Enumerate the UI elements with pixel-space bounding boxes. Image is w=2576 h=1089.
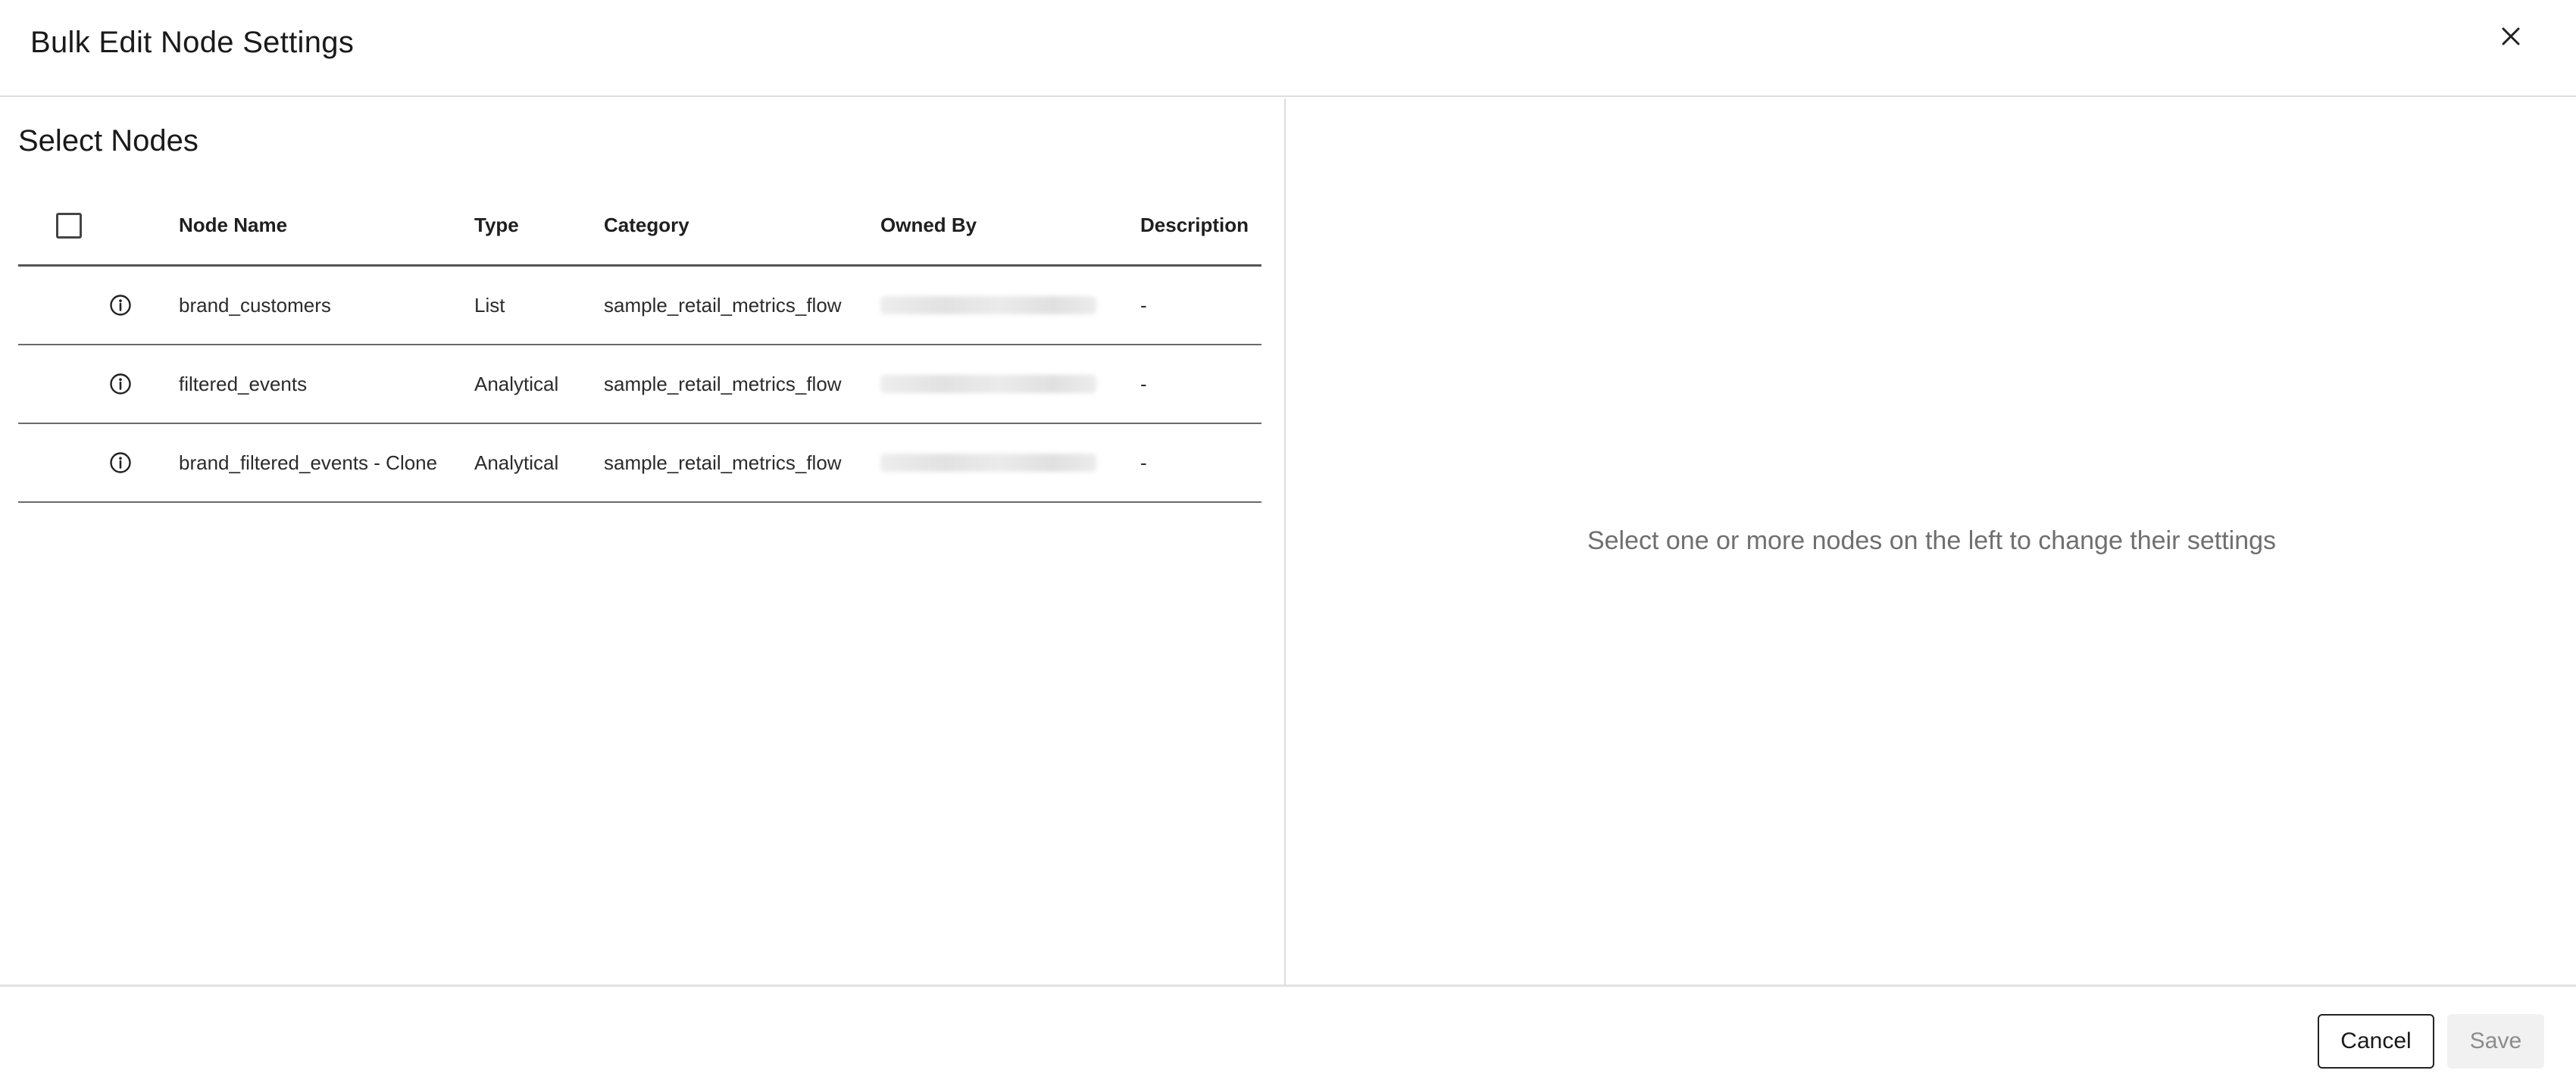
node-selection-pane: Select Nodes Node Name Type Category Own… xyxy=(0,98,1286,984)
table-row[interactable]: filtered_events Analytical sample_retail… xyxy=(18,345,1261,424)
node-description: - xyxy=(1140,293,1147,317)
node-type: List xyxy=(474,293,505,317)
close-icon xyxy=(2502,27,2520,45)
table-header: Node Name Type Category Owned By Descrip… xyxy=(18,186,1261,267)
table-row[interactable]: brand_customers List sample_retail_metri… xyxy=(18,267,1261,345)
dialog-body: Select Nodes Node Name Type Category Own… xyxy=(0,98,2576,984)
save-button[interactable]: Save xyxy=(2447,1014,2544,1069)
info-button[interactable] xyxy=(109,267,132,344)
node-name: brand_customers xyxy=(179,293,331,317)
node-type: Analytical xyxy=(474,372,559,395)
nodes-table: Node Name Type Category Owned By Descrip… xyxy=(18,186,1261,503)
table-row[interactable]: brand_filtered_events - Clone Analytical… xyxy=(18,424,1261,503)
redacted-owner xyxy=(880,454,1096,472)
info-icon xyxy=(110,373,131,395)
node-type: Analytical xyxy=(474,451,559,474)
node-owner-redacted xyxy=(880,345,1096,423)
node-owner-redacted xyxy=(880,424,1096,501)
dialog-footer: Cancel Save xyxy=(0,984,2576,1089)
node-description: - xyxy=(1140,372,1147,395)
node-name: brand_filtered_events - Clone xyxy=(179,451,438,474)
dialog-title: Bulk Edit Node Settings xyxy=(30,26,355,59)
section-title: Select Nodes xyxy=(18,124,199,158)
column-header-category[interactable]: Category xyxy=(604,186,689,264)
column-header-description[interactable]: Description xyxy=(1140,186,1249,264)
info-icon xyxy=(110,452,131,473)
settings-pane: Select one or more nodes on the left to … xyxy=(1287,98,2576,984)
redacted-owner xyxy=(880,375,1096,393)
node-category: sample_retail_metrics_flow xyxy=(604,372,842,395)
select-all-cell xyxy=(56,186,82,264)
empty-state-message: Select one or more nodes on the left to … xyxy=(1587,526,2277,555)
info-button[interactable] xyxy=(109,345,132,423)
column-header-type[interactable]: Type xyxy=(474,186,519,264)
dialog-header: Bulk Edit Node Settings xyxy=(0,0,2576,97)
info-button[interactable] xyxy=(109,424,132,501)
close-button[interactable] xyxy=(2490,15,2532,58)
bulk-edit-dialog: Bulk Edit Node Settings Select Nodes Nod… xyxy=(0,0,2576,1089)
info-icon xyxy=(110,295,131,316)
node-category: sample_retail_metrics_flow xyxy=(604,293,842,317)
cancel-button[interactable]: Cancel xyxy=(2318,1014,2434,1069)
node-description: - xyxy=(1140,451,1147,474)
column-header-owned-by[interactable]: Owned By xyxy=(880,186,977,264)
column-header-node-name[interactable]: Node Name xyxy=(179,186,287,264)
select-all-checkbox[interactable] xyxy=(56,212,82,239)
node-category: sample_retail_metrics_flow xyxy=(604,451,842,474)
node-name: filtered_events xyxy=(179,372,308,395)
redacted-owner xyxy=(880,296,1096,314)
node-owner-redacted xyxy=(880,267,1096,344)
